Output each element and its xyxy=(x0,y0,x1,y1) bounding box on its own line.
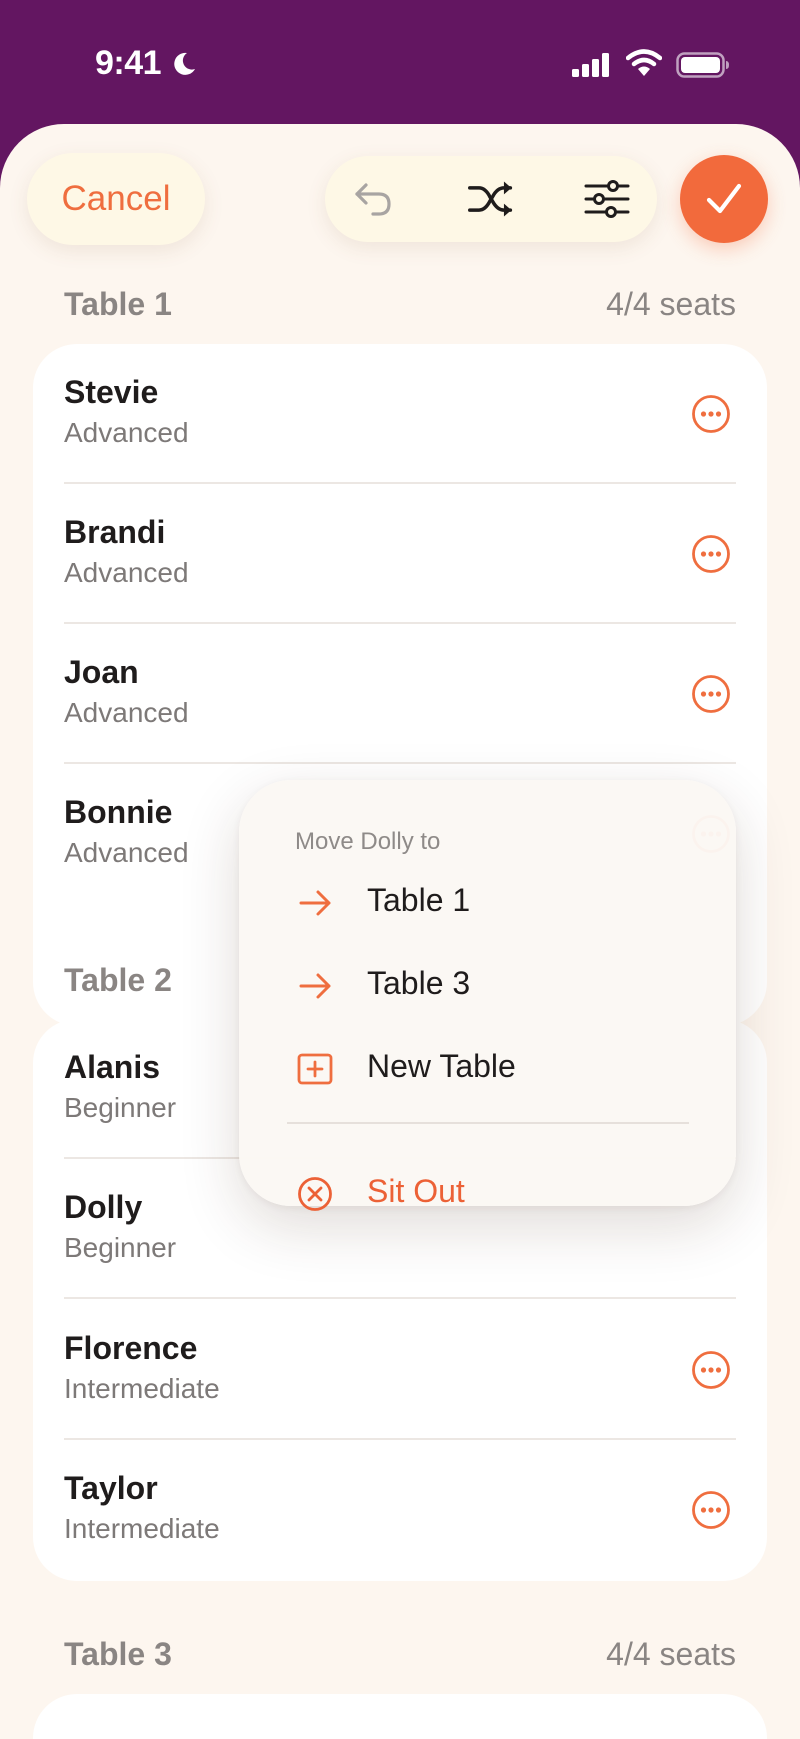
player-row[interactable]: Florence Intermediate xyxy=(33,1300,767,1440)
shuffle-icon xyxy=(468,181,513,217)
player-level: Advanced xyxy=(64,417,189,448)
player-name: Bonnie xyxy=(64,794,173,830)
battery-icon xyxy=(676,52,729,78)
player-level: Beginner xyxy=(64,1232,177,1263)
arrow-right-icon xyxy=(299,890,331,916)
table-3-header: Table 3 4/4 seats xyxy=(64,1636,736,1676)
checkmark-icon xyxy=(706,183,742,214)
player-name: Joan xyxy=(64,654,139,690)
seat-count: 4/4 seats xyxy=(606,286,736,322)
sliders-icon xyxy=(584,180,630,218)
player-name: Taylor xyxy=(64,1470,158,1506)
table-title: Table 1 xyxy=(64,286,172,322)
player-level: Intermediate xyxy=(64,1373,220,1404)
toolbar: Cancel xyxy=(0,124,800,264)
table-title: Table 2 xyxy=(64,962,172,998)
more-options-icon[interactable] xyxy=(691,534,731,574)
more-options-icon[interactable] xyxy=(691,674,731,714)
filter-settings-button[interactable] xyxy=(583,175,631,223)
player-level: Beginner xyxy=(64,1092,177,1123)
undo-icon xyxy=(355,183,391,216)
x-circle-icon xyxy=(298,1177,332,1211)
player-row[interactable]: Stevie Advanced xyxy=(33,344,767,484)
more-options-icon[interactable] xyxy=(691,1490,731,1530)
more-options-icon[interactable] xyxy=(691,394,731,434)
player-row[interactable]: Brandi Advanced xyxy=(33,484,767,624)
moon-icon xyxy=(174,52,195,75)
table-title: Table 3 xyxy=(64,1636,172,1672)
menu-item-label: Table 3 xyxy=(367,965,471,1001)
more-options-icon[interactable] xyxy=(691,1350,731,1390)
player-name: Dolly xyxy=(64,1189,143,1225)
player-row[interactable]: Taylor Intermediate xyxy=(33,1440,767,1580)
menu-item-label: New Table xyxy=(367,1048,516,1084)
status-time: 9:41 xyxy=(95,44,162,82)
cancel-button[interactable]: Cancel xyxy=(27,153,205,245)
menu-item-sit-out[interactable]: Sit Out xyxy=(239,1157,736,1227)
player-level: Advanced xyxy=(64,837,189,868)
shuffle-button[interactable] xyxy=(467,175,515,223)
player-name: Alanis xyxy=(64,1049,161,1085)
player-name: Florence xyxy=(64,1330,198,1366)
tool-group xyxy=(325,156,657,242)
status-bar: 9:41 xyxy=(0,0,800,124)
table-1-header: Table 1 4/4 seats xyxy=(64,286,736,326)
player-level: Intermediate xyxy=(64,1513,220,1544)
seating-sheet: Cancel Table 1 4/4 seats Stevie Advanced… xyxy=(0,124,800,1739)
row-divider xyxy=(64,1297,736,1299)
seat-count: 4/4 seats xyxy=(606,1636,736,1672)
player-level: Advanced xyxy=(64,697,189,728)
menu-title: Move Dolly to xyxy=(295,828,441,855)
arrow-right-icon xyxy=(299,973,331,999)
player-row[interactable]: Joan Advanced xyxy=(33,624,767,764)
cellular-signal-icon xyxy=(572,53,609,77)
player-level: Advanced xyxy=(64,557,189,588)
confirm-button[interactable] xyxy=(680,155,768,243)
undo-button[interactable] xyxy=(349,175,397,223)
menu-item-label: Table 1 xyxy=(367,882,471,918)
plus-square-icon xyxy=(297,1053,333,1085)
menu-item-table-1[interactable]: Table 1 xyxy=(239,866,736,936)
player-name: Brandi xyxy=(64,514,166,550)
menu-item-table-3[interactable]: Table 3 xyxy=(239,949,736,1019)
menu-divider xyxy=(287,1122,689,1124)
player-name: Stevie xyxy=(64,374,159,410)
menu-item-new-table[interactable]: New Table xyxy=(239,1032,736,1102)
wifi-icon xyxy=(626,49,662,76)
move-player-menu: Move Dolly to Table 1 Table 3 New Table xyxy=(239,780,736,1211)
table-3-card xyxy=(33,1694,767,1739)
menu-item-label: Sit Out xyxy=(367,1173,465,1209)
